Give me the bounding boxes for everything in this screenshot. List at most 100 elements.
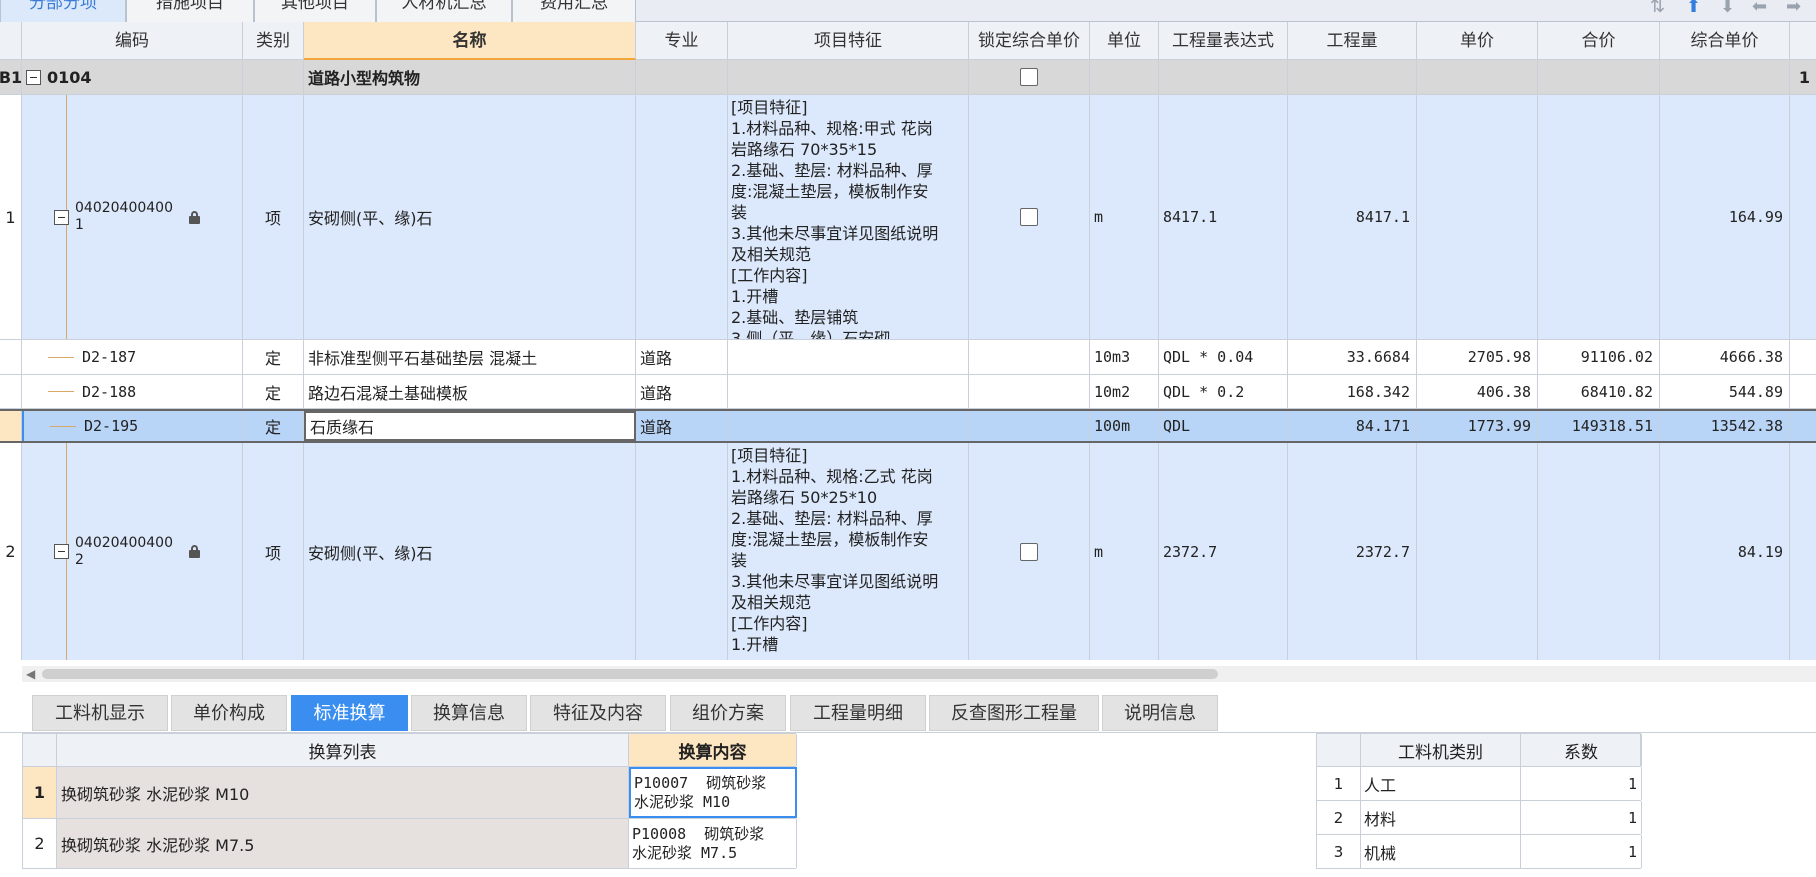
quota-specialty[interactable]: 道路	[636, 375, 728, 408]
item-feature[interactable]: [项目特征] 1.材料品种、规格:甲式 花岗 岩路缘石 70*35*15 2.基…	[728, 95, 969, 339]
group-row[interactable]: B1 0104 道路小型构筑物 1	[0, 60, 1816, 95]
quota-composite-price[interactable]: 13542.38	[1660, 411, 1790, 441]
conversion-content-input[interactable]: P10007 砌筑砂浆 水泥砂浆 M10	[629, 767, 797, 818]
header-feature[interactable]: 项目特征	[728, 22, 969, 60]
quota-type[interactable]: 定	[243, 375, 304, 408]
quota-type[interactable]: 定	[243, 340, 304, 374]
quota-lock-cell[interactable]	[969, 375, 1090, 408]
lock-price-checkbox[interactable]	[1020, 208, 1038, 226]
item-code-cell[interactable]: 04020400400 2	[22, 443, 243, 660]
quota-total[interactable]: 91106.02	[1538, 340, 1660, 374]
item-row-2[interactable]: 2 04020400400 2 项 安砌侧(平、缘)石 [项目特征] 1.材料品…	[0, 443, 1816, 660]
quota-name-editing[interactable]: 石质缘石	[304, 411, 636, 441]
item-feature[interactable]: [项目特征] 1.材料品种、规格:乙式 花岗 岩路缘石 50*25*10 2.基…	[728, 443, 969, 660]
tab-pricing-plan[interactable]: 组价方案	[670, 695, 786, 731]
quota-specialty[interactable]: 道路	[636, 340, 728, 374]
group-feature-cell[interactable]	[728, 60, 969, 94]
group-price-cell[interactable]	[1417, 60, 1538, 94]
item-name[interactable]: 安砌侧(平、缘)石	[304, 443, 636, 660]
tab-cost-summary[interactable]: 费用汇总	[512, 0, 636, 22]
move-down-icon[interactable]: ⬇	[1720, 0, 1735, 17]
group-unit-cell[interactable]	[1090, 60, 1159, 94]
conversion-content-input[interactable]: P10008 砌筑砂浆 水泥砂浆 M7.5	[629, 819, 797, 868]
tab-quantity-detail[interactable]: 工程量明细	[790, 695, 926, 731]
header-name[interactable]: 名称	[304, 22, 636, 60]
quota-expression[interactable]: QDL	[1159, 411, 1288, 441]
quota-unit[interactable]: 10m3	[1090, 340, 1159, 374]
coefficient-row[interactable]: 2 材料 1	[1316, 801, 1642, 835]
quota-unit-price[interactable]: 2705.98	[1417, 340, 1538, 374]
quota-row-selected[interactable]: D2-195 定 石质缘石 道路 100m QDL 84.171 1773.99…	[0, 409, 1816, 443]
coefficient-row[interactable]: 1 人工 1	[1316, 767, 1642, 801]
quota-quantity[interactable]: 33.6684	[1288, 340, 1417, 374]
group-lock-cell[interactable]	[969, 60, 1090, 94]
item-row-1[interactable]: 1 04020400400 1 项 安砌侧(平、缘)石 [项目特征] 1.材料品…	[0, 95, 1816, 340]
horizontal-scrollbar[interactable]: ◀	[22, 666, 1816, 682]
quota-unit-price[interactable]: 406.38	[1417, 375, 1538, 408]
tab-other-items[interactable]: 其他项目	[254, 0, 376, 22]
tab-description[interactable]: 说明信息	[1102, 695, 1218, 731]
tab-graphic-quantity-lookup[interactable]: 反查图形工程量	[929, 695, 1099, 731]
item-unit[interactable]: m	[1090, 443, 1159, 660]
header-specialty[interactable]: 专业	[636, 22, 728, 60]
collapse-icon[interactable]	[54, 209, 69, 225]
item-price-cell[interactable]	[1417, 95, 1538, 339]
collapse-icon[interactable]	[54, 544, 69, 559]
quota-code-cell[interactable]: D2-195	[22, 411, 243, 441]
group-name[interactable]: 道路小型构筑物	[304, 60, 636, 94]
header-unit-price[interactable]: 单价	[1417, 22, 1538, 60]
quota-feature-cell[interactable]	[728, 375, 969, 408]
quota-total[interactable]: 68410.82	[1538, 375, 1660, 408]
tab-labor-material-display[interactable]: 工料机显示	[32, 695, 168, 731]
group-qty-cell[interactable]	[1288, 60, 1417, 94]
item-lock-cell[interactable]	[969, 95, 1090, 339]
item-code-cell[interactable]: 04020400400 1	[22, 95, 243, 339]
quota-code-cell[interactable]: D2-187	[22, 340, 243, 374]
item-expression[interactable]: 2372.7	[1159, 443, 1288, 660]
tab-unit-price-composition[interactable]: 单价构成	[171, 695, 287, 731]
quota-total[interactable]: 149318.51	[1538, 411, 1660, 441]
quota-unit[interactable]: 100m	[1090, 411, 1159, 441]
item-total-cell[interactable]	[1538, 443, 1660, 660]
quota-lock-cell[interactable]	[969, 411, 1090, 441]
coefficient-factor[interactable]: 1	[1521, 767, 1642, 800]
group-code-cell[interactable]: 0104	[22, 60, 243, 94]
item-total-cell[interactable]	[1538, 95, 1660, 339]
header-quantity[interactable]: 工程量	[1288, 22, 1417, 60]
scrollbar-thumb[interactable]	[42, 669, 1218, 679]
item-unit[interactable]: m	[1090, 95, 1159, 339]
item-spec-cell[interactable]	[636, 95, 728, 339]
scroll-left-icon[interactable]: ◀	[26, 667, 35, 681]
quota-composite-price[interactable]: 4666.38	[1660, 340, 1790, 374]
quota-feature-cell[interactable]	[728, 340, 969, 374]
quota-type[interactable]: 定	[243, 411, 304, 441]
tab-standard-conversion[interactable]: 标准换算	[291, 695, 408, 731]
quota-code-cell[interactable]: D2-188	[22, 375, 243, 408]
item-lock-cell[interactable]	[969, 443, 1090, 660]
group-spec-cell[interactable]	[636, 60, 728, 94]
quota-unit-price[interactable]: 1773.99	[1417, 411, 1538, 441]
group-type-cell[interactable]	[243, 60, 304, 94]
header-unit[interactable]: 单位	[1090, 22, 1159, 60]
group-total-cell[interactable]	[1538, 60, 1660, 94]
item-composite-price[interactable]: 164.99	[1660, 95, 1790, 339]
quota-expression[interactable]: QDL * 0.2	[1159, 375, 1288, 408]
quota-composite-price[interactable]: 544.89	[1660, 375, 1790, 408]
lock-price-checkbox[interactable]	[1020, 542, 1038, 561]
header-lock-price[interactable]: 锁定综合单价	[969, 22, 1090, 60]
item-spec-cell[interactable]	[636, 443, 728, 660]
tab-conversion-info[interactable]: 换算信息	[411, 695, 527, 731]
group-composite-cell[interactable]	[1660, 60, 1790, 94]
header-type[interactable]: 类别	[243, 22, 304, 60]
coefficient-category[interactable]: 人工	[1361, 767, 1521, 800]
conversion-label[interactable]: 换砌筑砂浆 水泥砂浆 M7.5	[57, 819, 629, 868]
tab-labor-material-summary[interactable]: 人材机汇总	[376, 0, 512, 22]
tab-feature-content[interactable]: 特征及内容	[530, 695, 666, 731]
quota-specialty[interactable]: 道路	[636, 411, 728, 441]
item-quantity[interactable]: 2372.7	[1288, 443, 1417, 660]
quota-row[interactable]: D2-187 定 非标准型侧平石基础垫层 混凝土 道路 10m3 QDL * 0…	[0, 340, 1816, 375]
tab-sub-items[interactable]: 分部分项	[0, 0, 126, 22]
coefficient-category[interactable]: 材料	[1361, 801, 1521, 834]
sort-icon[interactable]: ⇅	[1650, 0, 1665, 17]
quota-lock-cell[interactable]	[969, 340, 1090, 374]
